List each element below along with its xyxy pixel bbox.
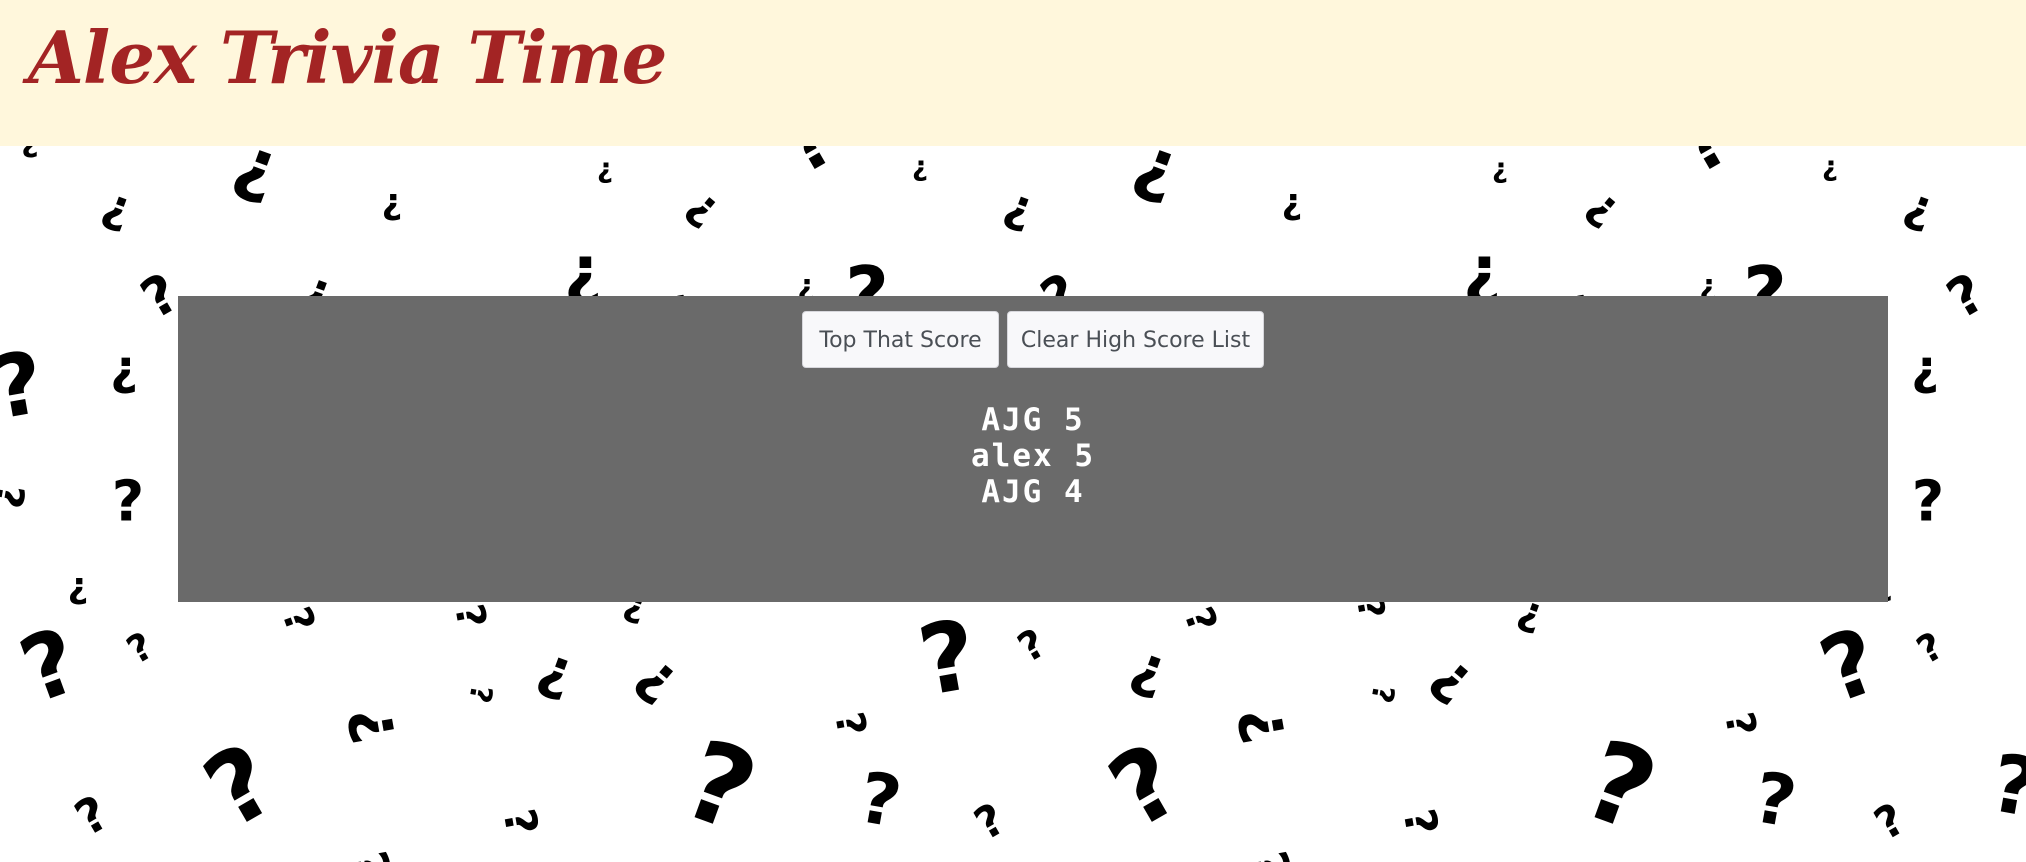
question-mark-icon: ? [1363,682,1400,705]
high-score-entry: AJG 4 [981,474,1085,510]
question-mark-icon: ? [668,715,772,857]
question-mark-icon: ¿ [679,178,731,233]
question-mark-icon: ¿ [96,176,140,236]
question-mark-icon: ? [1122,146,1188,219]
question-mark-icon: ¿ [627,641,694,712]
button-row: Top That Score Clear High Score List [178,311,1888,368]
question-mark-icon: ¿ [912,150,928,183]
question-mark-icon: ¿ [1124,632,1177,704]
high-score-entry: alex 5 [971,438,1095,474]
question-mark-icon: ¿ [1911,340,1939,396]
high-score-panel: Top That Score Clear High Score List AJG… [178,296,1888,602]
question-mark-icon: ¿ [1233,701,1308,747]
question-mark-icon: ? [529,640,582,712]
question-mark-icon: ? [772,146,848,190]
question-mark-icon: ? [853,756,907,844]
question-mark-icon: ? [1715,709,1764,740]
question-mark-icon: ? [445,601,494,632]
question-mark-icon: ¿ [1422,641,1489,712]
question-mark-icon: ? [911,598,985,718]
clear-high-score-list-button[interactable]: Clear High Score List [1007,311,1264,368]
question-mark-icon: ¿ [343,701,418,747]
question-mark-icon: ? [272,601,323,639]
question-mark-icon: ? [493,805,548,839]
question-mark-icon: ? [119,623,160,672]
question-mark-icon: ? [1239,847,1301,862]
question-mark-icon: ¿ [1282,182,1303,223]
question-mark-icon: ¿ [1492,152,1508,185]
high-score-list: AJG 5 alex 5 AJG 4 [178,402,1888,510]
question-mark-icon: ¿ [1822,150,1838,183]
question-mark-icon: ? [66,785,118,847]
question-mark-icon: ? [1748,756,1802,844]
question-mark-icon: ? [1667,146,1743,190]
question-mark-icon: ? [1937,261,1996,331]
question-mark-icon: ? [1984,736,2026,836]
question-mark-icon: ¿ [382,182,403,223]
question-mark-icon: ? [1912,470,1944,535]
question-mark-icon: ? [8,608,93,725]
question-mark-icon: ? [112,470,144,535]
question-mark-icon: ¿ [998,176,1042,236]
page-title: Alex Trivia Time [28,15,667,100]
question-mark-icon: ¿ [1898,176,1942,236]
question-mark-icon: ¿ [110,340,138,396]
question-mark-icon: ? [461,682,498,705]
question-mark-icon: ? [1174,601,1225,639]
question-mark-icon: ? [1010,620,1053,671]
question-mark-icon: ? [966,794,1014,851]
question-mark-icon: ¿ [21,146,38,160]
question-mark-icon: ? [1808,608,1893,725]
question-mark-icon: ¿ [597,152,613,185]
question-mark-icon: ? [0,332,51,439]
question-mark-icon: ? [222,146,288,219]
question-mark-icon: ? [1091,721,1200,851]
question-mark-icon: ¿ [1579,178,1631,233]
question-mark-icon: ? [339,847,401,862]
question-mark-icon: ? [825,709,874,740]
question-mark-icon: ? [1393,805,1448,839]
question-mark-icon: ? [186,721,295,851]
question-mark-icon: ? [1866,794,1914,851]
question-mark-icon: ? [1909,623,1950,672]
question-mark-icon: ? [1568,715,1672,857]
question-mark-icon: ¿ [68,566,89,607]
header-bar: Alex Trivia Time [0,0,2026,146]
question-mark-icon: ? [0,481,33,512]
high-score-entry: AJG 5 [981,402,1085,438]
top-that-score-button[interactable]: Top That Score [802,311,999,368]
